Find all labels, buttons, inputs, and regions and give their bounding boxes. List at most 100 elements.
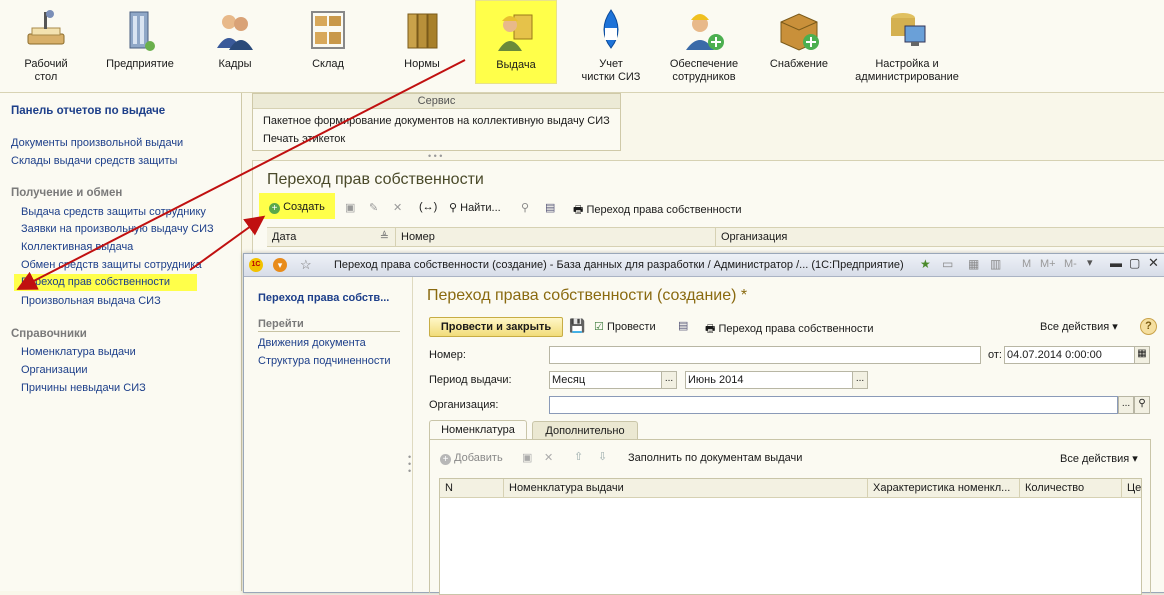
nav-link-stores[interactable]: Склады выдачи средств защиты [11, 155, 177, 167]
memory-plus-button[interactable]: M+ [1040, 258, 1056, 270]
tab-nomenclature[interactable]: Номенклатура [429, 420, 527, 440]
link-icon[interactable]: ▭ [942, 257, 953, 271]
col-number[interactable]: Номер [396, 228, 716, 246]
calendar-icon[interactable]: ▦ [968, 257, 979, 271]
nav-item[interactable]: Причины невыдачи СИЗ [21, 382, 146, 394]
section-norms[interactable]: Нормы [386, 0, 458, 90]
maximize-icon[interactable]: ▢ [1129, 256, 1140, 270]
nav-item[interactable]: Номенклатура выдачи [21, 346, 136, 358]
nav-item[interactable]: Коллективная выдача [21, 241, 133, 253]
add-row-button[interactable]: + Добавить [440, 452, 503, 465]
section-desktop[interactable]: Рабочий стол [8, 0, 84, 90]
service-panel: Сервис Пакетное формирование документов … [252, 93, 621, 151]
service-item-batch[interactable]: Пакетное формирование документов на колл… [263, 115, 610, 127]
panel-splitter[interactable]: • • • [408, 453, 411, 476]
col-organization[interactable]: Организация [716, 228, 1161, 246]
post-and-close-button[interactable]: Провести и закрыть [429, 317, 563, 337]
copy-icon[interactable]: ▣ [345, 201, 355, 214]
col-nomenclature[interactable]: Номенклатура выдачи [504, 479, 868, 497]
organization-field[interactable] [549, 396, 1118, 414]
calendar-button[interactable]: ▦ [1134, 346, 1150, 364]
list-icon[interactable]: ▤ [545, 201, 555, 214]
nav-item-ownership-transfer[interactable]: Переход прав собственности [14, 274, 197, 291]
table-all-actions-menu[interactable]: Все действия ▾ [1060, 452, 1138, 465]
navigation-panel: Панель отчетов по выдаче Документы произ… [0, 93, 242, 591]
people-icon [217, 15, 253, 50]
nav-doc-movements[interactable]: Движения документа [258, 337, 366, 349]
col-n[interactable]: N [440, 479, 504, 497]
number-label: Номер: [429, 349, 466, 361]
service-item-labels[interactable]: Печать этикеток [263, 133, 345, 145]
close-icon[interactable]: ✕ [1148, 255, 1159, 271]
edit-icon[interactable]: ✎ [369, 201, 378, 214]
print-button[interactable]: 🖶 Переход права собственности [705, 320, 874, 339]
form-title: Переход права собственности (создание) * [427, 287, 748, 304]
nav-link-docs[interactable]: Документы произвольной выдачи [11, 137, 183, 149]
period-type-select-button[interactable]: ... [661, 371, 677, 389]
building-icon [129, 11, 155, 51]
nav-item[interactable]: Организации [21, 364, 88, 376]
dropdown-icon[interactable]: ▾ [1087, 256, 1093, 269]
star-icon[interactable]: ☆ [300, 257, 312, 273]
all-actions-menu[interactable]: Все действия ▾ [1040, 320, 1118, 333]
move-down-icon[interactable]: ⇩ [598, 450, 607, 463]
section-label: Нормы [404, 58, 440, 70]
menu-icon[interactable]: ▾ [273, 258, 287, 272]
list-icon[interactable]: ▤ [678, 319, 688, 332]
nav-item[interactable]: Заявки на произвольную выдачу СИЗ [21, 223, 214, 235]
calculator-icon[interactable]: ▥ [990, 257, 1001, 271]
organization-open-button[interactable]: ⚲ [1134, 396, 1150, 414]
favorites-icon[interactable]: ★ [920, 257, 931, 271]
section-enterprise[interactable]: Предприятие [100, 0, 180, 90]
save-icon[interactable]: 💾 [569, 318, 585, 334]
period-type-field[interactable]: Месяц [549, 371, 663, 389]
delete-icon[interactable]: ✕ [393, 201, 402, 214]
service-header: Сервис [253, 94, 620, 109]
cancel-search-icon[interactable]: ⚲ [521, 201, 529, 214]
list-title: Переход прав собственности [267, 171, 484, 188]
help-button[interactable]: ? [1140, 318, 1157, 335]
nav-subordination[interactable]: Структура подчиненности [258, 355, 391, 367]
panel-title[interactable]: Панель отчетов по выдаче [11, 105, 165, 117]
post-icon: ☑ [594, 321, 604, 333]
memory-button[interactable]: M [1022, 258, 1031, 270]
nav-item[interactable]: Произвольная выдача СИЗ [21, 295, 161, 307]
section-staff[interactable]: Кадры [200, 0, 270, 90]
fill-by-documents-button[interactable]: Заполнить по документам выдачи [628, 452, 802, 464]
col-quantity[interactable]: Количество [1020, 479, 1122, 497]
create-button[interactable]: + Создать [269, 201, 325, 214]
section-supply-staff[interactable]: Обеспечение сотрудников [664, 0, 744, 90]
period-value-select-button[interactable]: ... [852, 371, 868, 389]
section-procurement[interactable]: Снабжение [762, 0, 836, 90]
copy-row-icon[interactable]: ▣ [522, 451, 532, 464]
move-up-icon[interactable]: ⇧ [574, 450, 583, 463]
find-button[interactable]: ⚲ Найти... [449, 201, 501, 214]
add-icon: + [269, 203, 280, 214]
col-characteristic[interactable]: Характеристика номенкл... [868, 479, 1020, 497]
section-issue[interactable]: Выдача [475, 0, 557, 84]
nav-item[interactable]: Обмен средств защиты сотрудника [21, 259, 202, 271]
section-cleaning[interactable]: Учет чистки СИЗ [574, 0, 648, 90]
refresh-icon[interactable]: (↔) [419, 201, 437, 213]
organization-select-button[interactable]: ... [1118, 396, 1134, 414]
print-button[interactable]: 🖶 Переход права собственности [573, 201, 742, 220]
nav-form-title[interactable]: Переход права собств... [258, 292, 389, 304]
col-price[interactable]: Це [1122, 479, 1141, 497]
col-date[interactable]: Дата ≜ [267, 228, 396, 246]
section-warehouse[interactable]: Склад [292, 0, 364, 90]
number-field[interactable] [549, 346, 981, 364]
section-label: Рабочий стол [24, 58, 68, 83]
desk-icon [27, 10, 65, 45]
minimize-icon[interactable]: ▬ [1110, 256, 1122, 270]
period-value-field[interactable]: Июнь 2014 [685, 371, 854, 389]
section-settings[interactable]: Настройка и администрирование [852, 0, 962, 90]
memory-minus-button[interactable]: M- [1064, 258, 1077, 270]
date-field[interactable]: 04.07.2014 0:00:00 [1004, 346, 1136, 364]
splitter-dots[interactable]: • • • [428, 151, 442, 161]
delete-row-icon[interactable]: ✕ [544, 451, 553, 464]
post-button[interactable]: ☑ Провести [594, 320, 656, 333]
tab-additional[interactable]: Дополнительно [532, 421, 638, 440]
items-table[interactable]: N Номенклатура выдачи Характеристика ном… [439, 478, 1142, 595]
nav-item[interactable]: Выдача средств защиты сотруднику [21, 206, 206, 218]
print-label: Переход права собственности [586, 204, 742, 216]
